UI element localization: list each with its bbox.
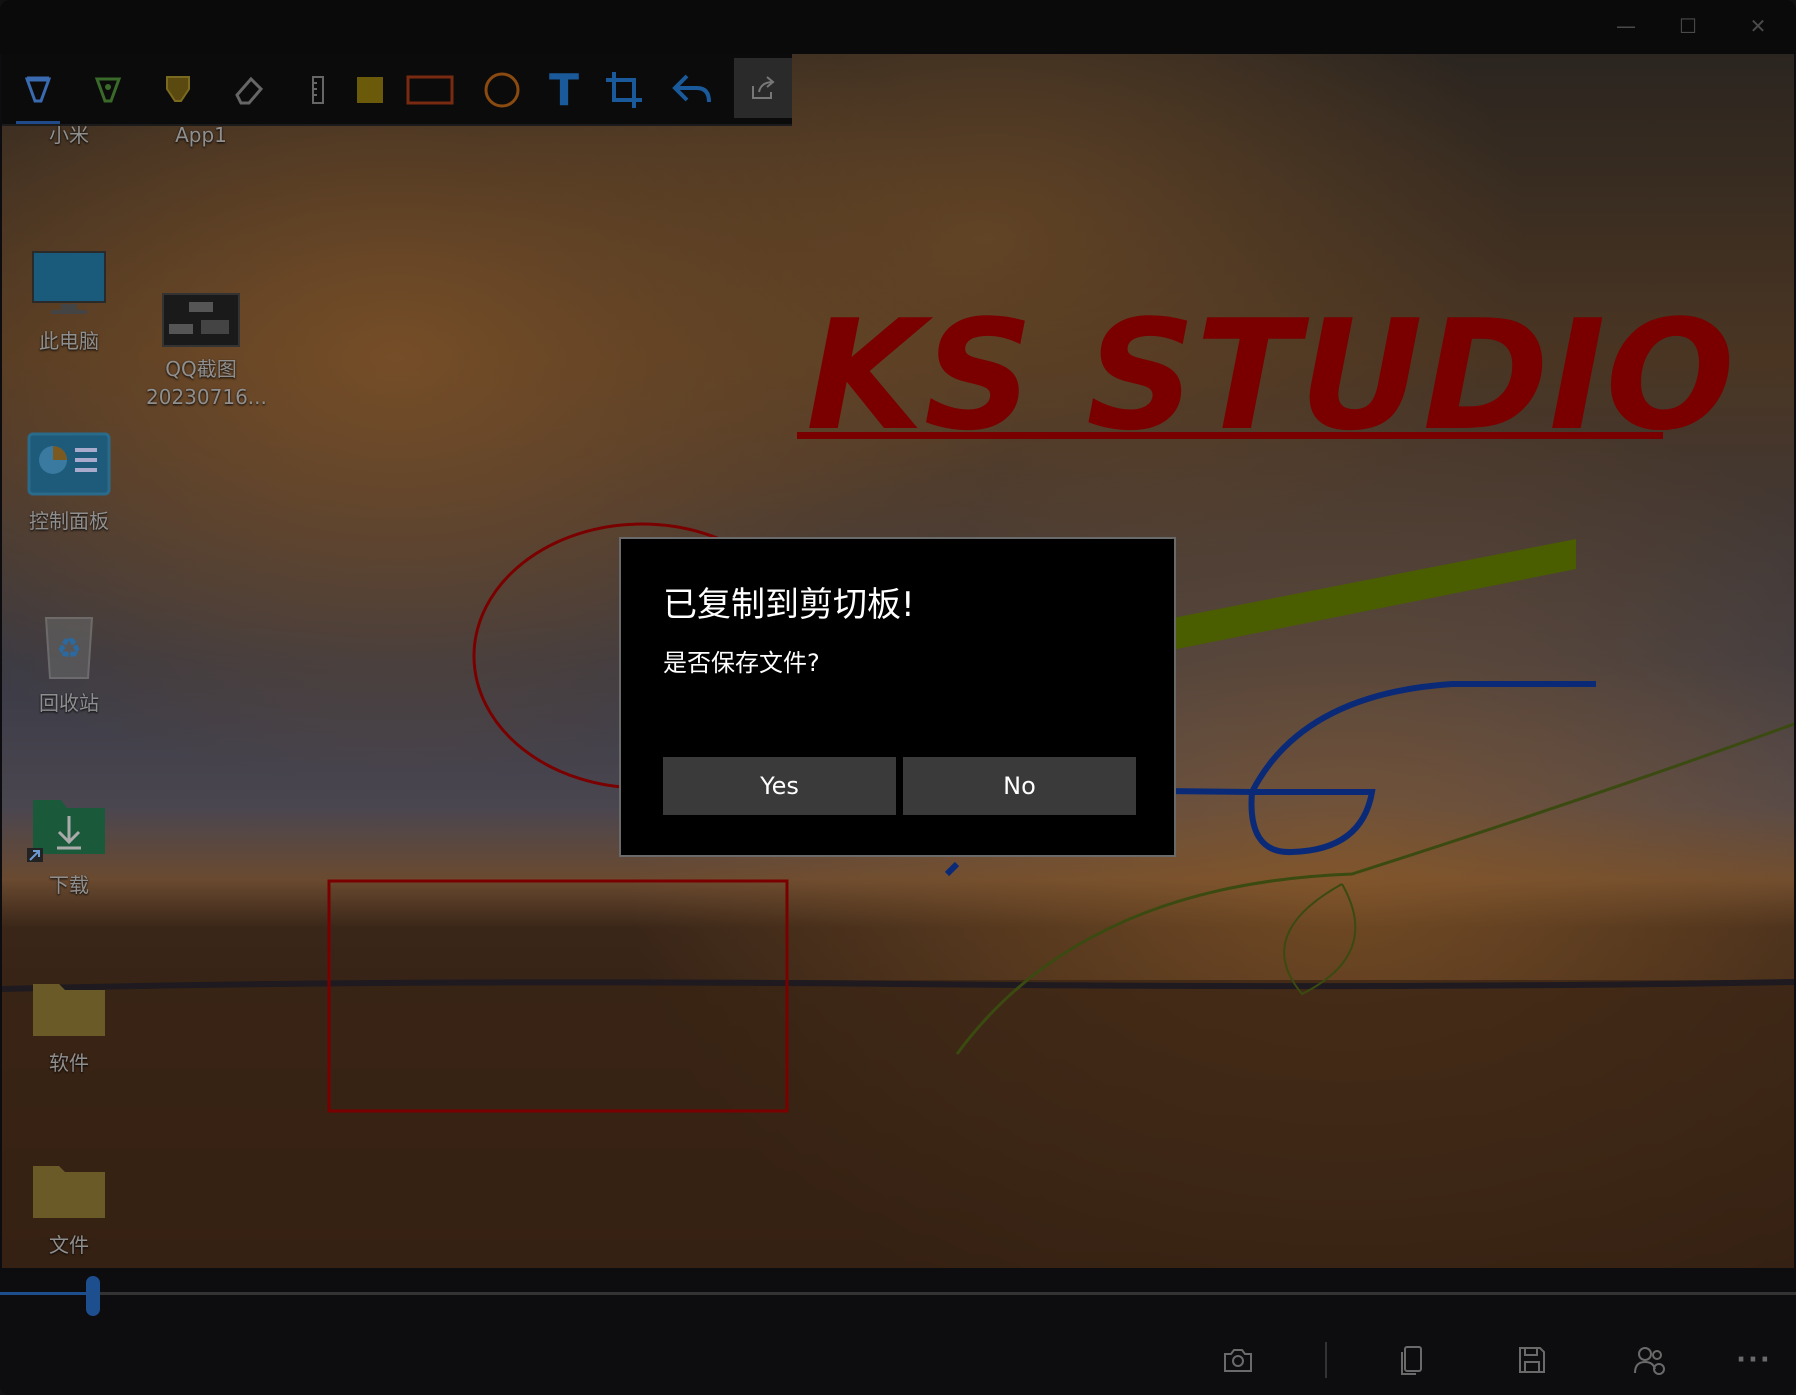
share-tool-button[interactable] xyxy=(734,58,792,118)
circle-icon xyxy=(484,72,520,108)
ruler-icon xyxy=(312,76,324,104)
desktop-icon-control-panel: 控制面板 xyxy=(14,432,124,535)
text-tool-button[interactable]: T xyxy=(538,64,590,116)
title-bar: — ☐ ✕ xyxy=(0,0,1796,54)
rectangle-icon xyxy=(406,75,454,105)
desktop-icon-label: 软件 xyxy=(49,1051,89,1075)
text-icon: T xyxy=(548,64,579,116)
svg-text:♻: ♻ xyxy=(56,632,81,665)
highlighter-icon xyxy=(166,76,190,102)
control-panel-icon xyxy=(27,432,111,496)
ruler-tool-button[interactable] xyxy=(292,64,344,116)
app-window: — ☐ ✕ KS STUDIO 小米 App1 此电脑 QQ截图 2023071… xyxy=(0,0,1796,1395)
copy-icon xyxy=(1401,1346,1422,1375)
desktop-icon-recycle-bin: ♻ 回收站 xyxy=(14,612,124,717)
more-options-button[interactable]: ··· xyxy=(1732,1338,1776,1382)
pen-icon xyxy=(24,76,52,103)
rectangle-tool-button[interactable] xyxy=(404,64,456,116)
marker-icon xyxy=(94,77,122,103)
toolbar-separator xyxy=(1325,1342,1327,1378)
zoom-slider-fill xyxy=(0,1292,94,1295)
bottom-bar: ··· xyxy=(0,1268,1796,1395)
yes-button[interactable]: Yes xyxy=(663,757,896,815)
monitor-icon xyxy=(32,251,106,314)
desktop-icon-downloads: 下载 xyxy=(14,796,124,899)
desktop-icon-files: 文件 xyxy=(14,1160,124,1259)
minimize-button[interactable]: — xyxy=(1606,12,1646,40)
save-button[interactable] xyxy=(1510,1338,1554,1382)
recycle-bin-icon: ♻ xyxy=(44,617,94,679)
desktop-icon-software: 软件 xyxy=(14,978,124,1077)
zoom-slider-thumb[interactable] xyxy=(86,1276,100,1316)
folder-icon xyxy=(33,984,105,1036)
crop-icon xyxy=(606,72,642,108)
close-button[interactable]: ✕ xyxy=(1738,12,1778,40)
share-icon xyxy=(752,76,775,99)
dialog-title: 已复制到剪切板! xyxy=(663,585,915,625)
drawing-toolbar: T xyxy=(2,54,792,126)
eraser-icon xyxy=(235,76,264,105)
desktop-icon-label: 此电脑 xyxy=(39,329,99,353)
ellipse-tool-button[interactable] xyxy=(476,64,528,116)
share-people-button[interactable] xyxy=(1628,1338,1672,1382)
crop-tool-button[interactable] xyxy=(598,64,650,116)
copy-button[interactable] xyxy=(1390,1338,1434,1382)
desktop-icon-this-pc: 此电脑 xyxy=(14,250,124,355)
undo-tool-button[interactable] xyxy=(666,64,718,116)
desktop-icon-label: 回收站 xyxy=(39,691,99,715)
save-icon xyxy=(1519,1347,1545,1373)
download-folder-icon xyxy=(27,800,105,862)
folder-icon xyxy=(33,1166,105,1218)
save-confirm-dialog: 已复制到剪切板! 是否保存文件? Yes No xyxy=(619,537,1176,857)
desktop-icon-qq-screenshot: QQ截图 20230716... xyxy=(146,264,267,439)
camera-icon xyxy=(1224,1349,1252,1372)
maximize-button[interactable]: ☐ xyxy=(1668,12,1708,40)
undo-icon xyxy=(672,74,711,103)
dialog-message: 是否保存文件? xyxy=(663,649,820,677)
more-icon: ··· xyxy=(1736,1345,1772,1375)
desktop-icon-label: 文件 xyxy=(49,1233,89,1257)
fill-color-tool-button[interactable] xyxy=(344,64,396,116)
desktop-icon-label: 下载 xyxy=(49,873,89,897)
color-swatch-icon xyxy=(357,77,383,103)
pen-tool-button[interactable] xyxy=(12,64,64,124)
marker-tool-button[interactable] xyxy=(82,64,134,116)
no-button[interactable]: No xyxy=(903,757,1136,815)
highlighter-tool-button[interactable] xyxy=(152,64,204,116)
screenshot-thumbnail-icon xyxy=(162,293,240,347)
desktop-icon-label: 控制面板 xyxy=(29,509,109,533)
camera-button[interactable] xyxy=(1216,1338,1260,1382)
zoom-slider-track[interactable] xyxy=(0,1292,1796,1295)
eraser-tool-button[interactable] xyxy=(222,64,274,116)
screenshot-canvas[interactable]: KS STUDIO 小米 App1 此电脑 QQ截图 20230716... 控… xyxy=(2,54,1794,1268)
share-people-icon xyxy=(1634,1347,1665,1375)
desktop-icon-label: QQ截图 20230716... xyxy=(146,357,267,409)
